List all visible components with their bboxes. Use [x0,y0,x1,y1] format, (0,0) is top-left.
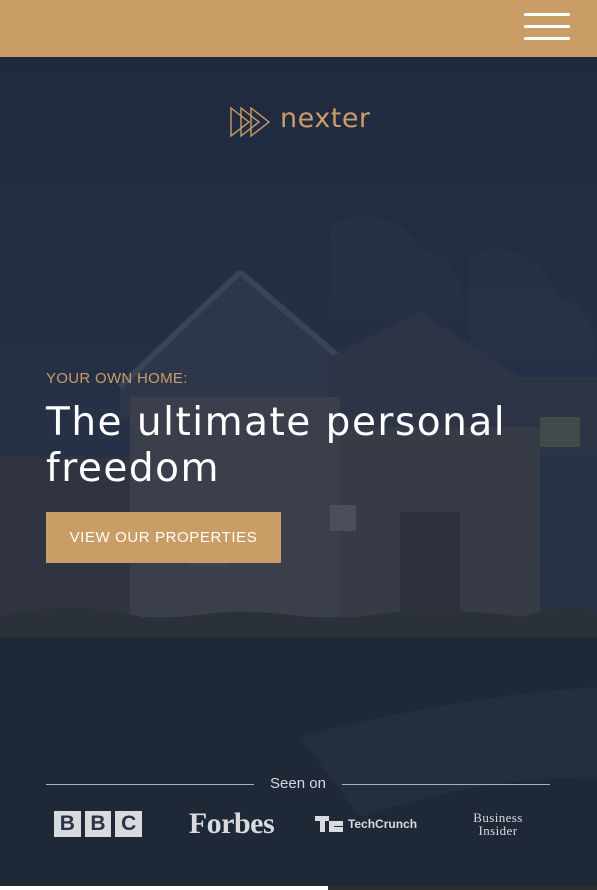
bbc-letter: B [54,811,81,837]
triple-play-arrows-icon [230,106,271,138]
bbc-letter: C [115,811,143,837]
carousel-progress-fill [0,886,329,890]
business-insider-logo: Business Insider [466,809,530,839]
bi-line: Insider [478,823,518,838]
seen-on-divider: Seen on [46,775,550,795]
hero-headline: The ultimate personal freedom [46,400,507,491]
menu-bar [524,13,570,16]
bbc-logo: B B C [54,809,143,839]
forbes-logo: Forbes [188,807,275,840]
techcrunch-logo: TechCrunch [313,809,419,839]
menu-bar [524,37,570,40]
hero-eyebrow: YOUR OWN HOME: [46,370,188,387]
techcrunch-icon [314,816,343,832]
hamburger-menu-icon[interactable] [524,13,570,42]
menu-bar [524,25,570,28]
hero-section: nexter YOUR OWN HOME: The ultimate perso… [0,57,597,890]
divider-line [46,784,254,785]
top-header [0,0,597,57]
logo-wordmark: nexter [280,103,371,134]
view-properties-button[interactable]: VIEW OUR PROPERTIES [46,512,281,563]
nexter-logo[interactable]: nexter [229,103,371,139]
seen-on-label: Seen on [270,775,326,792]
techcrunch-wordmark: TechCrunch [347,817,418,831]
carousel-progress-bar [0,886,597,890]
divider-line [342,784,550,785]
bbc-letter: B [84,811,112,837]
